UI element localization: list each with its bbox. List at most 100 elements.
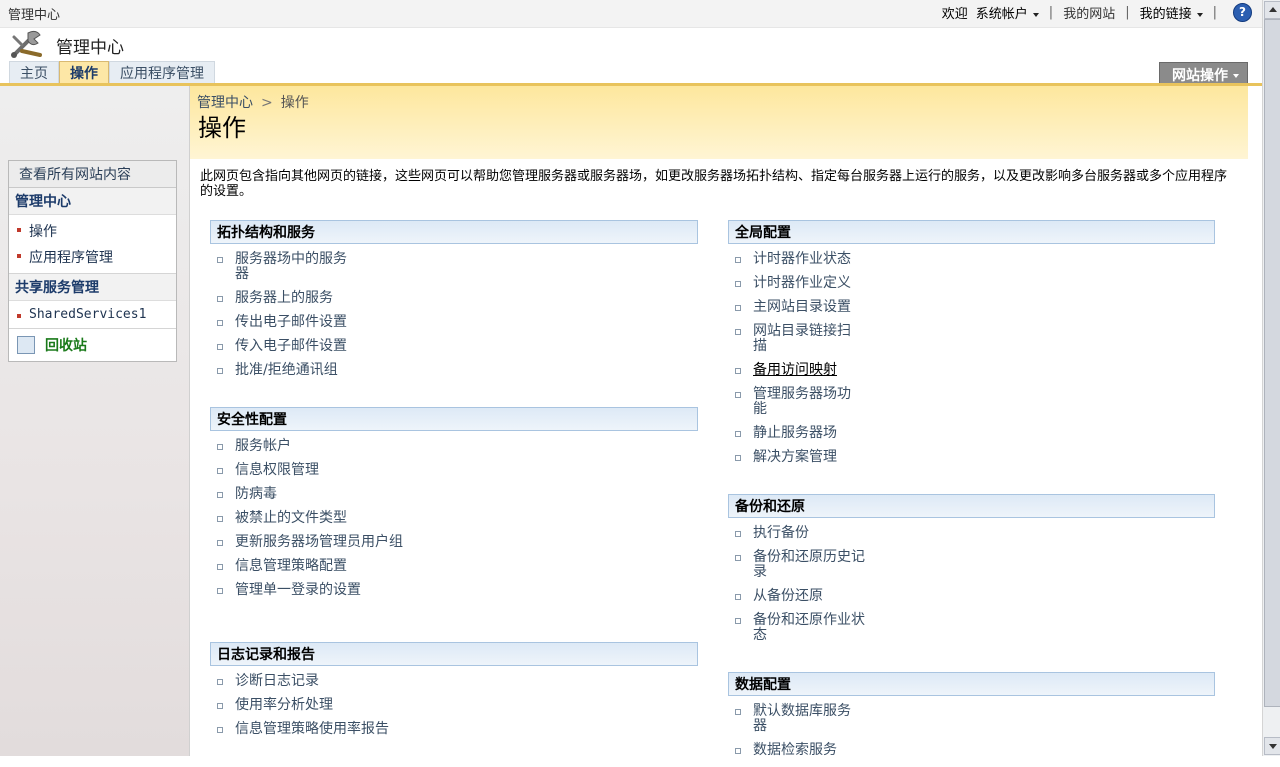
links-column-left: 拓扑结构和服务 服务器场中的服务器 服务器上的服务 传出电子邮件设置 传入电子邮… [210, 220, 698, 737]
list-item[interactable]: 管理单一登录的设置 [210, 583, 698, 598]
view-all-site-content-link[interactable]: 查看所有网站内容 [9, 161, 176, 188]
title-area: 管理中心 > 操作 操作 [190, 86, 1248, 159]
list-item[interactable]: 备份和还原历史记录 [728, 550, 1215, 580]
list-item[interactable]: 网站目录链接扫描 [728, 324, 1215, 354]
link-text: 静止服务器场 [753, 425, 837, 441]
list-item[interactable]: 传入电子邮件设置 [210, 339, 698, 354]
link-text: 计时器作业状态 [753, 251, 851, 267]
divider: | [1125, 5, 1130, 20]
quick-launch-item-application-management[interactable]: 应用程序管理 [9, 244, 176, 270]
quick-launch-heading-central-admin[interactable]: 管理中心 [9, 188, 176, 215]
link-text: 信息权限管理 [235, 462, 319, 478]
list-item[interactable]: 主网站目录设置 [728, 300, 1215, 315]
page-title: 操作 [198, 114, 246, 142]
section-data-config: 数据配置 默认数据库服务器 数据检索服务 [728, 672, 1215, 767]
link-text: 解决方案管理 [753, 449, 837, 465]
top-links: 欢迎 系统帐户 | 我的网站 | 我的链接 | ? [938, 3, 1256, 22]
tab-application-management[interactable]: 应用程序管理 [109, 61, 215, 84]
list-item[interactable]: 服务器场中的服务器 [210, 252, 698, 282]
link-text: 备份和还原历史记录 [753, 549, 865, 580]
list-item[interactable]: 默认数据库服务器 [728, 704, 1215, 734]
link-text: 服务帐户 [235, 438, 291, 454]
left-navigation: 查看所有网站内容 管理中心 操作 应用程序管理 共享服务管理 SharedSer… [0, 86, 190, 756]
link-text: 传出电子邮件设置 [235, 314, 347, 330]
quick-launch-item-sharedservices1[interactable]: SharedServices1 [9, 304, 176, 325]
link-text: 诊断日志记录 [235, 673, 319, 689]
list-item[interactable]: 诊断日志记录 [210, 674, 698, 689]
quick-launch-group: 操作 应用程序管理 [9, 215, 176, 274]
page-description: 此网页包含指向其他网页的链接，这些网页可以帮助您管理服务器或服务器场，如更改服务… [200, 169, 1228, 199]
list-item[interactable]: 被禁止的文件类型 [210, 511, 698, 526]
user-name: 系统帐户 [975, 7, 1028, 22]
section-logging: 日志记录和报告 诊断日志记录 使用率分析处理 信息管理策略使用率报告 [210, 642, 698, 746]
link-text: 备份和还原作业状态 [753, 612, 865, 643]
link-text: 被禁止的文件类型 [235, 510, 347, 526]
list-item[interactable]: 备份和还原作业状态 [728, 613, 1215, 643]
section-topology: 拓扑结构和服务 服务器场中的服务器 服务器上的服务 传出电子邮件设置 传入电子邮… [210, 220, 698, 378]
link-text: 防病毒 [235, 486, 277, 502]
breadcrumb-separator: > [261, 95, 273, 111]
link-text: 计时器作业定义 [753, 275, 851, 291]
link-text: 批准/拒绝通讯组 [235, 362, 338, 378]
vertical-scrollbar[interactable] [1262, 0, 1280, 756]
site-name[interactable]: 管理中心 [8, 4, 60, 23]
user-menu[interactable]: 系统帐户 [972, 3, 1043, 22]
list-item[interactable]: 备用访问映射 [728, 363, 1215, 378]
my-links-menu[interactable]: 我的链接 [1136, 3, 1207, 22]
chevron-down-icon [1032, 12, 1039, 17]
link-list: 默认数据库服务器 数据检索服务 [728, 704, 1215, 758]
quick-launch-heading-shared-services[interactable]: 共享服务管理 [9, 274, 176, 301]
list-item[interactable]: 信息管理策略使用率报告 [210, 722, 698, 737]
list-item[interactable]: 使用率分析处理 [210, 698, 698, 713]
arrow-up-icon [1269, 7, 1277, 12]
help-icon[interactable]: ? [1233, 3, 1252, 22]
list-item[interactable]: 管理服务器场功能 [728, 387, 1215, 417]
list-item[interactable]: 更新服务器场管理员用户组 [210, 535, 698, 550]
welcome-label: 欢迎 [941, 7, 968, 22]
scroll-up-button[interactable] [1264, 1, 1280, 19]
section-heading: 数据配置 [728, 672, 1215, 696]
link-text: 信息管理策略使用率报告 [235, 721, 389, 737]
link-text: 备用访问映射 [753, 362, 837, 378]
list-item[interactable]: 计时器作业状态 [728, 252, 1215, 267]
list-item[interactable]: 批准/拒绝通讯组 [210, 363, 698, 378]
section-heading: 日志记录和报告 [210, 642, 698, 666]
link-text: 网站目录链接扫描 [753, 323, 851, 354]
my-site-link[interactable]: 我的网站 [1059, 3, 1119, 22]
scroll-down-button[interactable] [1264, 737, 1280, 755]
link-text: 主网站目录设置 [753, 299, 851, 315]
divider: | [1048, 5, 1054, 20]
site-actions-label: 网站操作 [1172, 68, 1228, 84]
link-text: 传入电子邮件设置 [235, 338, 347, 354]
list-item[interactable]: 信息管理策略配置 [210, 559, 698, 574]
list-item[interactable]: 防病毒 [210, 487, 698, 502]
list-item[interactable]: 服务器上的服务 [210, 291, 698, 306]
header: 管理中心 主页 操作 应用程序管理 网站操作 [0, 28, 1262, 85]
link-text: 服务器场中的服务器 [235, 251, 347, 282]
list-item[interactable]: 计时器作业定义 [728, 276, 1215, 291]
list-item[interactable]: 信息权限管理 [210, 463, 698, 478]
top-nav-tabs: 主页 操作 应用程序管理 [9, 61, 215, 84]
quick-launch-group: SharedServices1 [9, 301, 176, 329]
list-item[interactable]: 执行备份 [728, 526, 1215, 541]
list-item[interactable]: 静止服务器场 [728, 426, 1215, 441]
quick-launch: 查看所有网站内容 管理中心 操作 应用程序管理 共享服务管理 SharedSer… [8, 160, 177, 362]
scrollbar-thumb[interactable] [1264, 19, 1280, 707]
link-text: 服务器上的服务 [235, 290, 333, 306]
list-item[interactable]: 传出电子邮件设置 [210, 315, 698, 330]
site-actions-menu[interactable]: 网站操作 [1159, 62, 1248, 85]
section-heading: 安全性配置 [210, 407, 698, 431]
list-item[interactable]: 解决方案管理 [728, 450, 1215, 465]
tab-home[interactable]: 主页 [9, 61, 59, 84]
link-text: 使用率分析处理 [235, 697, 333, 713]
list-item[interactable]: 从备份还原 [728, 589, 1215, 604]
breadcrumb-current: 操作 [280, 95, 309, 111]
recycle-bin-link[interactable]: 回收站 [9, 329, 176, 361]
recycle-bin-icon [17, 336, 35, 354]
tab-operations[interactable]: 操作 [59, 61, 109, 84]
chevron-down-icon [1233, 74, 1239, 78]
quick-launch-item-operations[interactable]: 操作 [9, 218, 176, 244]
links-column-right: 全局配置 计时器作业状态 计时器作业定义 主网站目录设置 网站目录链接扫描 备用… [728, 220, 1215, 758]
link-list: 服务帐户 信息权限管理 防病毒 被禁止的文件类型 更新服务器场管理员用户组 信息… [210, 439, 698, 598]
list-item[interactable]: 服务帐户 [210, 439, 698, 454]
